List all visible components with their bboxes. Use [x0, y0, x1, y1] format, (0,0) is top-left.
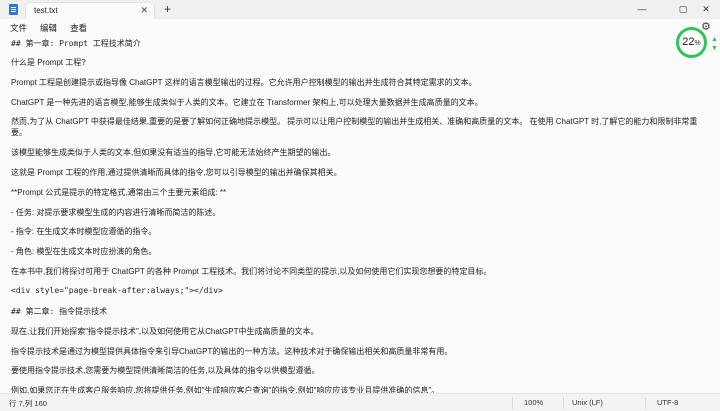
close-window-button[interactable]: ✕ — [692, 1, 720, 17]
text-line: 在本书中,我们将探讨可用于 ChatGPT 的各种 Prompt 工程技术。我们… — [11, 267, 492, 276]
menu-edit[interactable]: 编辑 — [40, 22, 57, 34]
text-editor-area[interactable]: ## 第一章: Prompt 工程技术简介 什么是 Prompt 工程? Pro… — [0, 36, 720, 393]
text-line: ## 第二章: 指令提示技术 — [11, 307, 108, 316]
text-line: <div style="page-break-after:always;"></… — [11, 286, 223, 295]
zoom-up-icon[interactable]: ▲ — [711, 36, 718, 43]
text-line: - 任务: 对提示要求模型生成的内容进行清晰而简洁的陈述。 — [11, 208, 221, 217]
minimize-button[interactable]: — — [628, 1, 656, 17]
zoom-unit: % — [694, 40, 701, 47]
text-line: ChatGPT 是一种先进的语言模型,能够生成类似于人类的文本。它建立在 Tra… — [11, 98, 483, 107]
text-line: **Prompt 公式是提示的特定格式,通常由三个主要元素组成: ** — [11, 188, 227, 197]
text-line: 要。 — [11, 128, 27, 137]
status-divider — [563, 397, 564, 409]
text-line: ## 第一章: Prompt 工程技术简介 — [11, 39, 141, 48]
text-line: 该模型能够生成类似于人类的文本,但如果没有适当的指导,它可能无法始终产生期望的输… — [11, 148, 336, 157]
text-line: - 角色: 模型在生成文本时应扮演的角色。 — [11, 247, 157, 256]
text-line: 例如,如果您正在生成客户服务响应,您将提供任务,例如"生成响应客户查询"的指令,… — [11, 386, 440, 393]
tab-close-icon[interactable]: ✕ — [140, 5, 148, 16]
status-bar: 行 7,列 160 100% Unix (LF) UTF-8 — [0, 393, 720, 411]
status-divider — [645, 397, 646, 409]
tab-title: test.txt — [34, 6, 58, 15]
text-line: 什么是 Prompt 工程? — [11, 58, 86, 67]
line-ending[interactable]: Unix (LF) — [572, 398, 603, 407]
tab-test-txt[interactable]: test.txt ✕ — [25, 2, 155, 19]
text-line: 然而,为了从 ChatGPT 中获得最佳结果,重要的是要了解如何正确地提示模型。… — [11, 117, 698, 126]
text-line: 这就是 Prompt 工程的作用,通过提供清晰而具体的指令,您可以引导模型的输出… — [11, 168, 342, 177]
status-divider — [512, 397, 513, 409]
text-line: Prompt 工程是创建提示或指导像 ChatGPT 这样的语言模型输出的过程。… — [11, 78, 477, 87]
menu-bar: 文件 编辑 查看 ⚙ — [0, 19, 720, 36]
zoom-indicator-badge: 22% — [676, 27, 707, 58]
notepad-app-icon — [9, 4, 18, 15]
title-bar: test.txt ✕ + — ▢ ✕ — [0, 0, 720, 19]
text-line: 现在,让我们开始探索"指令提示技术",以及如何使用它从ChatGPT中生成高质量… — [11, 327, 319, 336]
menu-file[interactable]: 文件 — [10, 22, 27, 34]
text-line: - 指令: 在生成文本时模型应遵循的指令。 — [11, 227, 157, 236]
text-line: 指令提示技术是通过为模型提供具体指令来引导ChatGPT的输出的一种方法。这种技… — [11, 347, 453, 356]
cursor-position: 行 7,列 160 — [9, 399, 47, 408]
menu-view[interactable]: 查看 — [70, 22, 87, 34]
encoding[interactable]: UTF-8 — [657, 398, 678, 407]
new-tab-button[interactable]: + — [164, 3, 171, 15]
text-line: 要使用指令提示技术,您需要为模型提供清晰简洁的任务,以及具体的指令以供模型遵循。 — [11, 366, 320, 375]
zoom-level[interactable]: 100% — [524, 398, 543, 407]
zoom-down-icon[interactable]: ▼ — [711, 45, 718, 52]
zoom-value: 22 — [682, 36, 695, 48]
